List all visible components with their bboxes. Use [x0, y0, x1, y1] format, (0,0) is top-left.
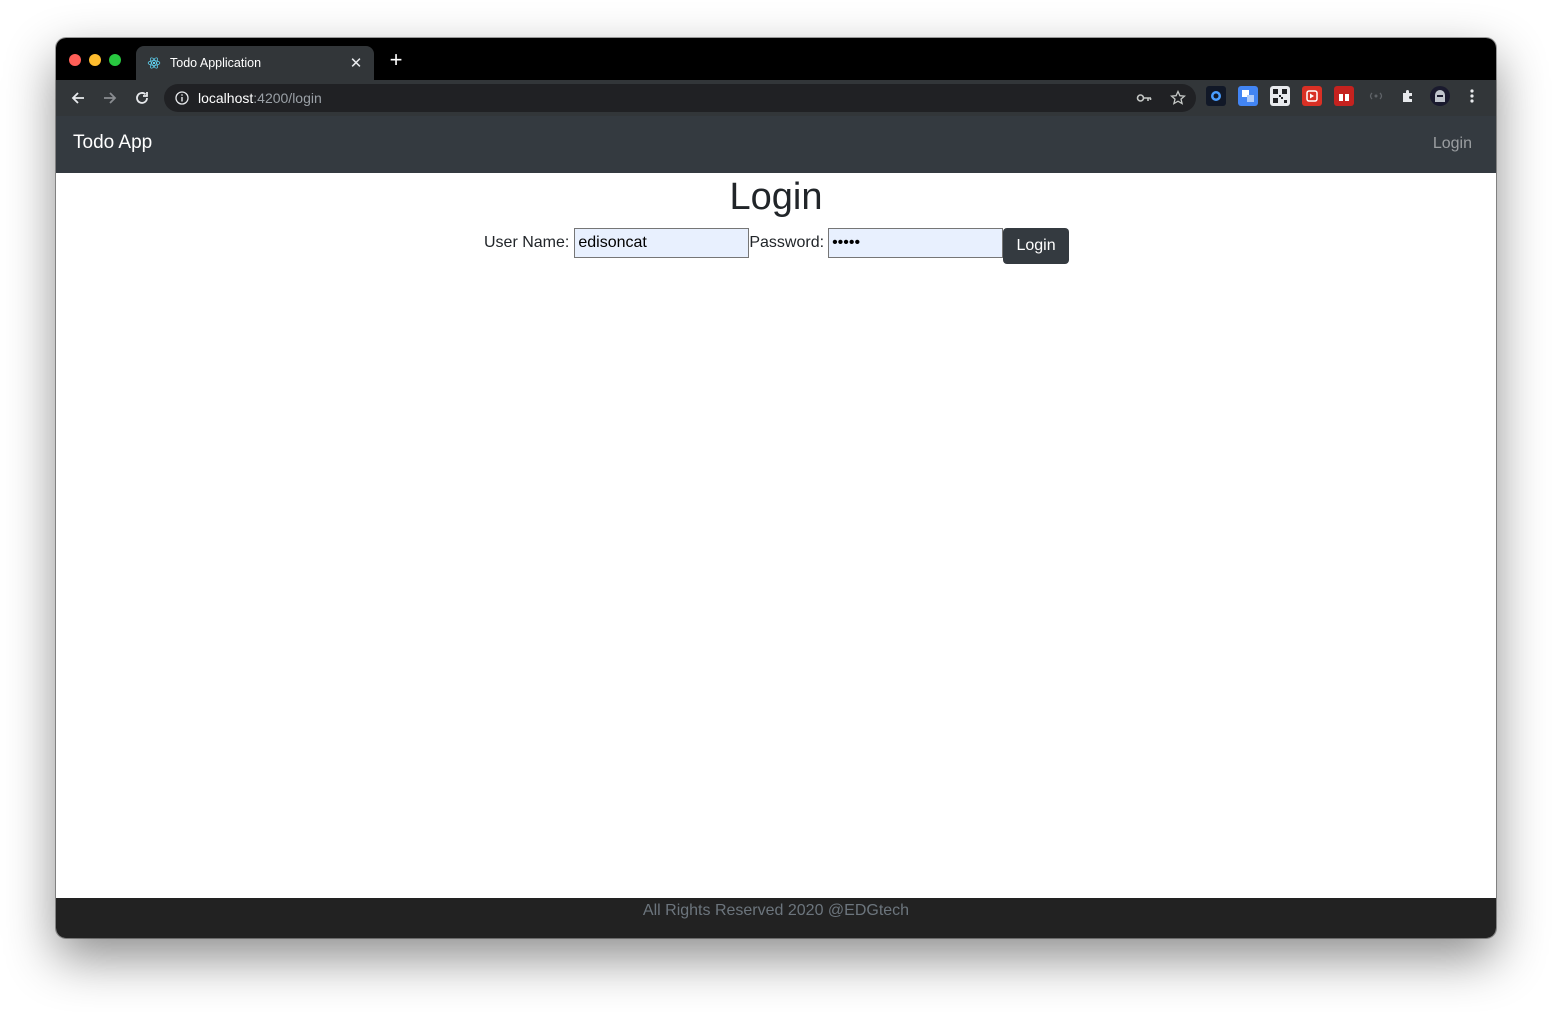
menu-kebab-icon[interactable]	[1462, 86, 1482, 106]
password-input[interactable]	[828, 228, 1004, 258]
extensions-area	[1206, 86, 1482, 106]
login-form: User Name: Password: Login	[484, 228, 1070, 264]
red-gift-extension-icon[interactable]	[1334, 86, 1354, 106]
page-footer: All Rights Reserved 2020 @EDGtech	[56, 898, 1496, 938]
web-page: Todo App Login Login User Name: Password…	[56, 116, 1496, 938]
url-host: localhost	[198, 90, 254, 106]
login-button[interactable]: Login	[1003, 228, 1070, 264]
browser-toolbar: localhost:4200/login	[56, 80, 1496, 116]
dim-extension-icon[interactable]	[1366, 86, 1386, 106]
close-window-button[interactable]	[69, 54, 81, 66]
profile-avatar-icon[interactable]	[1430, 86, 1450, 106]
translate-extension-icon[interactable]	[1238, 86, 1258, 106]
app-navbar: Todo App Login	[56, 116, 1496, 173]
navbar-brand[interactable]: Todo App	[73, 132, 152, 154]
puzzle-icon[interactable]	[1398, 86, 1418, 106]
close-tab-icon[interactable]: ✕	[348, 54, 364, 72]
qr-extension-icon[interactable]	[1270, 86, 1290, 106]
tab-title: Todo Application	[170, 56, 262, 70]
username-input[interactable]	[574, 228, 750, 258]
reload-icon[interactable]	[126, 84, 158, 112]
maximize-window-button[interactable]	[109, 54, 121, 66]
minimize-window-button[interactable]	[89, 54, 101, 66]
page-title: Login	[729, 176, 823, 218]
extension-1-icon[interactable]	[1206, 86, 1226, 106]
star-icon[interactable]	[1168, 88, 1188, 108]
tab-todo-application[interactable]: Todo Application ✕	[136, 46, 374, 80]
red-extension-icon[interactable]	[1302, 86, 1322, 106]
footer-text: All Rights Reserved 2020 @EDGtech	[642, 902, 910, 919]
new-tab-button[interactable]: +	[386, 49, 406, 71]
address-bar[interactable]: localhost:4200/login	[164, 84, 1196, 112]
tab-strip: Todo Application ✕ +	[56, 38, 1496, 80]
react-icon	[146, 55, 162, 71]
site-info-icon[interactable]	[174, 90, 190, 106]
url-path: :4200/login	[253, 90, 322, 106]
navbar-login-link[interactable]: Login	[1433, 135, 1472, 153]
key-icon[interactable]	[1134, 88, 1154, 108]
forward-arrow-icon[interactable]	[94, 84, 126, 112]
back-arrow-icon[interactable]	[62, 84, 94, 112]
password-label: Password:	[749, 234, 825, 251]
username-label: User Name:	[484, 234, 570, 251]
browser-window: Todo Application ✕ + localhost:4200/logi…	[56, 38, 1496, 938]
